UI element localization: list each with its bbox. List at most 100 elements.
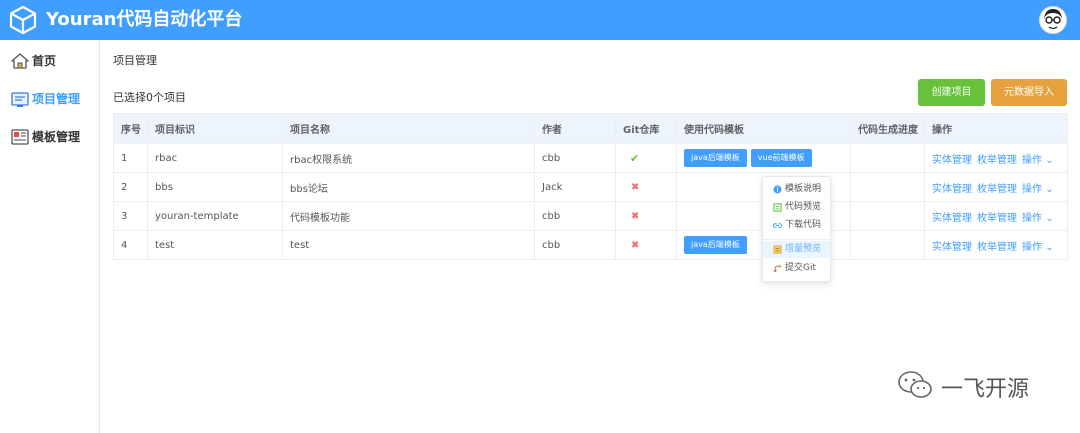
sidebar-item-label: 项目管理 xyxy=(32,92,81,106)
menu-item-label: 模板说明 xyxy=(785,184,822,194)
menu-item-download-code[interactable]: 下载代码 xyxy=(763,217,830,234)
actions-cell: 实体管理 枚举管理 操作 ⌄ xyxy=(924,172,1068,202)
column-header: 作者 xyxy=(534,113,616,144)
check-icon: ✔ xyxy=(630,151,640,165)
cross-icon: ✖ xyxy=(631,210,640,222)
project-author: cbb xyxy=(534,143,616,173)
project-author: cbb xyxy=(534,201,616,231)
sidebar: 首页 项目管理 模板管理 xyxy=(0,40,100,433)
breadcrumb[interactable]: 项目管理 xyxy=(113,52,157,68)
git-status: ✖ xyxy=(615,172,677,202)
sidebar-item-templates[interactable]: 模板管理 xyxy=(0,118,99,154)
actions-cell: 实体管理 枚举管理 操作 ⌄ xyxy=(924,143,1068,173)
home-icon xyxy=(11,53,29,69)
progress-cell xyxy=(850,201,925,231)
table-row[interactable]: 2 bbs bbs论坛 Jack ✖ 实体管理 枚举管理 操作 ⌄ xyxy=(113,172,1068,202)
project-name: 代码模板功能 xyxy=(282,201,535,231)
table-row[interactable]: 1 rbac rbac权限系统 cbb ✔ java后端模板 vue前端模板 实体… xyxy=(113,143,1068,173)
more-actions-dropdown[interactable]: 操作 ⌄ xyxy=(1022,213,1054,224)
chevron-down-icon: ⌄ xyxy=(1045,154,1054,166)
watermark-text: 一飞开源 xyxy=(941,377,1030,402)
app-title: Youran代码自动化平台 xyxy=(46,9,243,30)
chevron-down-icon: ⌄ xyxy=(1045,241,1054,253)
entity-manage-link[interactable]: 实体管理 xyxy=(932,213,972,224)
wechat-icon xyxy=(898,371,932,398)
project-author: Jack xyxy=(534,172,616,202)
menu-item-label: 下载代码 xyxy=(785,220,822,230)
entity-manage-link[interactable]: 实体管理 xyxy=(932,184,972,195)
actions-cell: 实体管理 枚举管理 操作 ⌄ xyxy=(924,201,1068,231)
project-id: bbs xyxy=(147,172,283,202)
sidebar-item-home[interactable]: 首页 xyxy=(0,42,99,78)
entity-manage-link[interactable]: 实体管理 xyxy=(932,155,972,166)
cube-logo-icon xyxy=(9,5,37,35)
user-avatar[interactable] xyxy=(1039,6,1067,34)
menu-item-code-preview[interactable]: 代码预览 xyxy=(763,199,830,216)
project-id: rbac xyxy=(147,143,283,173)
menu-item-commit-git[interactable]: 提交Git xyxy=(763,260,830,277)
template-button[interactable]: java后端模板 xyxy=(684,236,747,254)
project-icon xyxy=(11,92,29,107)
table-row[interactable]: 3 youran-template 代码模板功能 cbb ✖ 实体管理 枚举管理操… xyxy=(113,201,1068,231)
column-header: 序号 xyxy=(113,113,148,144)
watermark: 一飞开源 xyxy=(895,368,1055,402)
more-actions-label: 操作 xyxy=(1022,183,1042,195)
git-status: ✖ xyxy=(615,201,677,231)
diff-icon xyxy=(773,245,782,254)
more-actions-label: 操作 xyxy=(1022,212,1042,224)
template-button[interactable]: java后端模板 xyxy=(684,149,747,167)
project-id: youran-template xyxy=(147,201,283,231)
more-actions-label: 操作 xyxy=(1022,241,1042,253)
import-metadata-button[interactable]: 元数据导入 xyxy=(991,79,1067,106)
actions-cell: 实体管理 枚举管理 操作 ⌄ xyxy=(924,230,1068,260)
git-icon xyxy=(773,264,782,273)
column-header: 操作 xyxy=(924,113,1068,144)
progress-cell xyxy=(850,143,925,173)
template-icon xyxy=(11,129,29,145)
git-status: ✔ xyxy=(615,143,677,173)
top-bar: Youran代码自动化平台 xyxy=(0,0,1080,40)
menu-item-label: 代码预览 xyxy=(785,202,822,212)
sidebar-item-projects[interactable]: 项目管理 xyxy=(0,80,99,116)
info-icon xyxy=(773,185,782,194)
enum-manage-link[interactable]: 枚举管理 xyxy=(977,184,1017,195)
cross-icon: ✖ xyxy=(631,239,640,251)
enum-manage-link[interactable]: 枚举管理 xyxy=(977,213,1017,224)
create-project-button[interactable]: 创建项目 xyxy=(918,79,985,106)
sidebar-item-label: 模板管理 xyxy=(32,130,81,144)
project-author: cbb xyxy=(534,230,616,260)
more-actions-dropdown[interactable]: 操作 ⌄ xyxy=(1022,242,1054,253)
row-number: 1 xyxy=(113,143,148,173)
table-row[interactable]: 4 test test cbb ✖ java后端模板 实体管理 枚举管理 操作 ⌄ xyxy=(113,230,1068,260)
enum-manage-link[interactable]: 枚举管理 xyxy=(977,155,1017,166)
column-header: Git仓库 xyxy=(615,113,677,144)
progress-cell xyxy=(850,172,925,202)
table-header-row: 序号 项目标识 项目名称 作者 Git仓库 使用代码模板 代码生成进度 操作 xyxy=(113,113,1068,144)
row-number: 2 xyxy=(113,172,148,202)
menu-item-template-info[interactable]: 模板说明 xyxy=(763,181,830,198)
chevron-down-icon: ⌄ xyxy=(1045,212,1054,224)
more-actions-dropdown[interactable]: 操作 ⌄ xyxy=(1022,155,1054,166)
entity-manage-link[interactable]: 实体管理 xyxy=(932,242,972,253)
row-number: 3 xyxy=(113,201,148,231)
link-icon xyxy=(773,223,782,228)
git-status: ✖ xyxy=(615,230,677,260)
enum-manage-link[interactable]: 枚举管理 xyxy=(977,242,1017,253)
project-id: test xyxy=(147,230,283,260)
column-header: 项目标识 xyxy=(147,113,283,144)
more-actions-dropdown[interactable]: 操作 ⌄ xyxy=(1022,184,1054,195)
template-button[interactable]: vue前端模板 xyxy=(750,149,812,167)
menu-divider xyxy=(763,239,830,240)
template-dropdown-menu: 模板说明 代码预览 下载代码 增量预览 提交Git xyxy=(762,176,831,282)
column-header: 项目名称 xyxy=(282,113,535,144)
row-number: 4 xyxy=(113,230,148,260)
menu-item-incremental-preview[interactable]: 增量预览 xyxy=(763,241,830,258)
menu-item-label: 增量预览 xyxy=(785,244,822,254)
templates-cell: java后端模板 vue前端模板 xyxy=(676,143,851,173)
selected-count-text: 已选择0个项目 xyxy=(113,91,186,104)
column-header: 代码生成进度 xyxy=(850,113,925,144)
column-header: 使用代码模板 xyxy=(676,113,851,144)
chevron-down-icon: ⌄ xyxy=(1045,183,1054,195)
project-table: 序号 项目标识 项目名称 作者 Git仓库 使用代码模板 代码生成进度 操作 1… xyxy=(113,113,1068,260)
project-name: bbs论坛 xyxy=(282,172,535,202)
